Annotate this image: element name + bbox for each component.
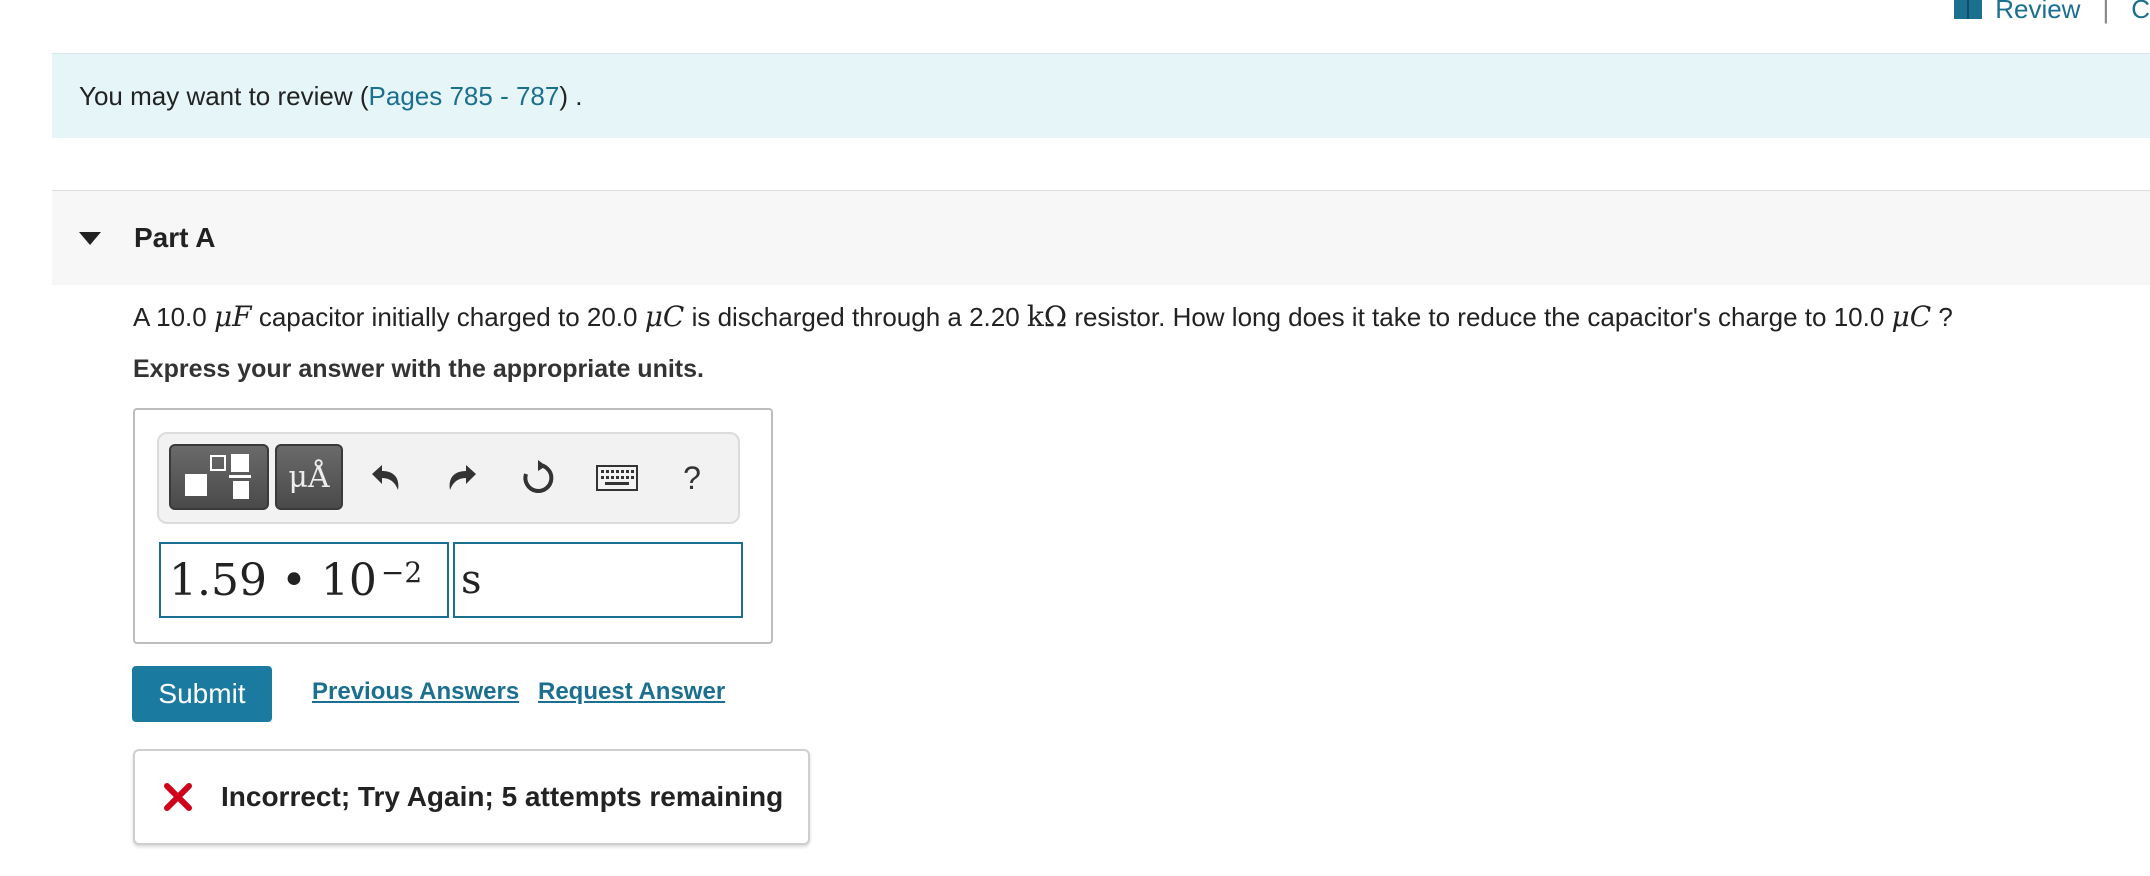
keyboard-button[interactable] xyxy=(595,458,639,498)
part-header[interactable]: Part A xyxy=(52,190,2150,285)
question-text: A 10.0 μF capacitor initially charged to… xyxy=(133,300,1953,333)
help-button[interactable]: ? xyxy=(672,458,712,498)
reset-button[interactable] xyxy=(518,458,558,498)
book-icon xyxy=(1954,0,1983,19)
redo-icon xyxy=(449,465,476,490)
reset-icon xyxy=(523,460,554,493)
unit-kiloohm: kΩ xyxy=(1026,300,1068,333)
question-segment: ? xyxy=(1931,302,1953,332)
submit-button[interactable]: Submit xyxy=(132,666,272,722)
error-x-icon xyxy=(164,783,192,811)
review-link-label: Review xyxy=(1995,0,2081,24)
question-segment: is discharged through a 2.20 xyxy=(684,302,1027,332)
templates-icon xyxy=(185,454,251,499)
answer-instruction: Express your answer with the appropriate… xyxy=(133,355,704,383)
question-segment: A 10.0 xyxy=(133,302,214,332)
question-segment: capacitor initially charged to 20.0 xyxy=(251,302,645,332)
request-answer-link[interactable]: Request Answer xyxy=(538,678,725,706)
answer-value-input[interactable]: 1.59 • 10 −2 xyxy=(159,542,449,618)
previous-answers-link[interactable]: Previous Answers xyxy=(312,678,519,706)
review-banner-prefix: You may want to review ( xyxy=(79,80,369,111)
unit-value: s xyxy=(461,557,482,603)
top-links: Review | C xyxy=(1953,0,2150,26)
undo-icon xyxy=(372,465,399,490)
part-title: Part A xyxy=(134,222,216,253)
review-banner-text: You may want to review (Pages 785 - 787)… xyxy=(79,81,582,112)
feedback-message: Incorrect; Try Again; 5 attempts remaini… xyxy=(221,781,784,812)
next-link[interactable]: C xyxy=(2131,0,2150,25)
review-pages-link[interactable]: Pages 785 - 787 xyxy=(369,81,560,111)
templates-button[interactable] xyxy=(169,444,269,510)
unit-microcoulomb: μC xyxy=(644,300,685,333)
top-links-separator: | xyxy=(2102,0,2110,24)
value-mantissa: 1.59 • 10 xyxy=(169,554,377,606)
undo-button[interactable] xyxy=(366,458,406,498)
redo-button[interactable] xyxy=(442,458,482,498)
math-toolbar: μÅ ? xyxy=(157,432,740,524)
review-banner-suffix: ) . xyxy=(559,80,583,111)
collapse-caret-icon[interactable] xyxy=(79,231,101,245)
value-exponent: −2 xyxy=(380,555,423,589)
keyboard-icon xyxy=(596,465,638,491)
review-link[interactable]: Review xyxy=(1953,0,2080,25)
units-icon: μÅ xyxy=(288,459,330,495)
feedback-box: Incorrect; Try Again; 5 attempts remaini… xyxy=(133,749,810,845)
answer-box: μÅ ? 1.59 • 10 −2 s xyxy=(133,408,773,644)
question-segment: resistor. How long does it take to reduc… xyxy=(1067,302,1892,332)
unit-microcoulomb: μC xyxy=(1891,300,1932,333)
units-button[interactable]: μÅ xyxy=(275,444,343,510)
answer-unit-input[interactable]: s xyxy=(453,542,743,618)
help-icon: ? xyxy=(683,459,701,496)
unit-microfarad: μF xyxy=(213,300,252,333)
review-banner: You may want to review (Pages 785 - 787)… xyxy=(52,53,2150,138)
